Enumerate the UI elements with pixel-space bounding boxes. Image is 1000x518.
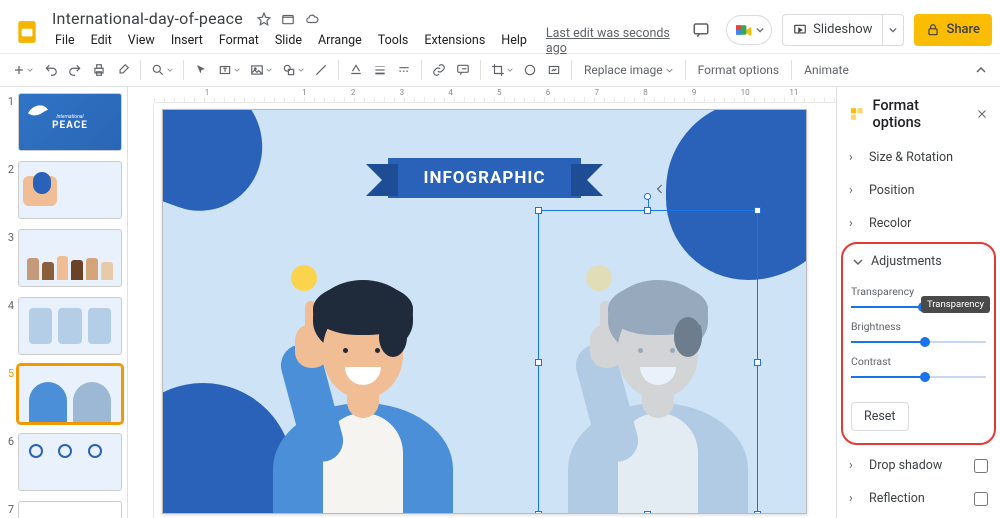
format-options-button[interactable]: Format options [692, 63, 785, 77]
selection-box[interactable] [538, 210, 758, 514]
paint-format-button[interactable] [112, 58, 134, 82]
menu-bar: File Edit View Insert Format Slide Arran… [48, 30, 686, 52]
expand-panel-icon[interactable] [654, 177, 666, 201]
slideshow-label: Slideshow [813, 22, 872, 37]
banner-title[interactable]: INFOGRAPHIC [388, 158, 582, 198]
border-dash-button[interactable] [393, 58, 415, 82]
menu-edit[interactable]: Edit [84, 31, 119, 50]
person-image-left[interactable] [243, 233, 483, 513]
crop-button[interactable] [487, 58, 517, 82]
shape-tool[interactable] [278, 58, 308, 82]
slide-canvas[interactable]: INFOGRAPHIC [162, 109, 807, 514]
slider-tooltip: Transparency [921, 296, 990, 313]
reset-image-button[interactable] [543, 58, 565, 82]
row-position[interactable]: ›Position [837, 174, 1000, 207]
reset-button[interactable]: Reset [851, 402, 909, 431]
mask-button[interactable] [519, 58, 541, 82]
star-icon[interactable] [257, 12, 271, 26]
menu-format[interactable]: Format [212, 31, 266, 50]
menu-help[interactable]: Help [494, 31, 534, 50]
animate-button[interactable]: Animate [798, 63, 855, 77]
meet-button[interactable] [726, 15, 772, 45]
toolbar: Replace image Format options Animate [0, 53, 1000, 87]
panel-title: Format options [872, 97, 968, 131]
border-color-button[interactable] [345, 58, 367, 82]
reflection-checkbox[interactable] [974, 492, 988, 506]
thumb-number: 5 [4, 365, 14, 423]
format-options-panel: Format options ›Size & Rotation ›Positio… [836, 87, 1000, 518]
thumbnail-2[interactable] [18, 161, 122, 219]
thumb-number: 4 [4, 297, 14, 355]
canvas[interactable]: 11234567891011 INFOGRAPHIC [128, 87, 836, 518]
contrast-slider[interactable] [851, 370, 986, 384]
print-button[interactable] [88, 58, 110, 82]
thumbnail-7[interactable]: THANK YOU [18, 501, 122, 518]
thumb-number: 1 [4, 93, 14, 151]
row-reflection[interactable]: ›Reflection [837, 482, 1000, 515]
ruler-vertical [128, 103, 154, 518]
row-recolor[interactable]: ›Recolor [837, 207, 1000, 240]
adjustments-section: Adjustments Transparency Transparency Br… [841, 242, 996, 445]
share-label: Share [946, 22, 980, 37]
ruler-horizontal: 11234567891011 [154, 87, 836, 103]
textbox-tool[interactable] [214, 58, 244, 82]
menu-extensions[interactable]: Extensions [417, 31, 492, 50]
border-weight-button[interactable] [369, 58, 391, 82]
brightness-label: Brightness [851, 320, 986, 333]
undo-button[interactable] [40, 58, 62, 82]
thumbnail-3[interactable] [18, 229, 122, 287]
thumb-number: 2 [4, 161, 14, 219]
thumbnail-4[interactable] [18, 297, 122, 355]
thumbnail-6[interactable] [18, 433, 122, 491]
drop-shadow-checkbox[interactable] [974, 459, 988, 473]
brightness-slider[interactable] [851, 335, 986, 349]
comments-icon[interactable] [686, 15, 716, 45]
select-tool[interactable] [190, 58, 212, 82]
link-button[interactable] [428, 58, 450, 82]
row-size-rotation[interactable]: ›Size & Rotation [837, 141, 1000, 174]
slideshow-button[interactable]: Slideshow [782, 14, 904, 46]
contrast-label: Contrast [851, 355, 986, 368]
doc-title[interactable]: International-day-of-peace [48, 8, 247, 29]
doc-info: International-day-of-peace File Edit Vie… [48, 8, 686, 52]
thumbnail-5[interactable] [18, 365, 122, 423]
menu-insert[interactable]: Insert [164, 31, 210, 50]
menu-tools[interactable]: Tools [371, 31, 416, 50]
thumb-number: 7 [4, 501, 14, 518]
close-panel-icon[interactable] [976, 108, 988, 120]
slideshow-dropdown[interactable] [882, 15, 903, 45]
collapse-toolbar-icon[interactable] [970, 58, 992, 82]
main-area: 1 International PEACE 2 3 4 5 6 7 THANK … [0, 87, 1000, 518]
app-header: International-day-of-peace File Edit Vie… [0, 0, 1000, 53]
slides-logo-icon [14, 19, 40, 45]
thumbnail-1[interactable]: International PEACE [18, 93, 122, 151]
menu-arrange[interactable]: Arrange [311, 31, 369, 50]
share-button[interactable]: Share [914, 14, 992, 46]
image-tool[interactable] [246, 58, 276, 82]
thumb-number: 3 [4, 229, 14, 287]
move-icon[interactable] [281, 12, 295, 26]
format-icon [849, 106, 864, 122]
last-edit[interactable]: Last edit was seconds ago [546, 26, 686, 56]
zoom-button[interactable] [147, 58, 177, 82]
cloud-icon[interactable] [305, 12, 319, 26]
menu-file[interactable]: File [48, 31, 82, 50]
row-adjustments[interactable]: Adjustments [851, 250, 986, 279]
comment-button[interactable] [452, 58, 474, 82]
replace-image-button[interactable]: Replace image [578, 63, 679, 77]
new-slide-button[interactable] [8, 58, 38, 82]
transparency-slider[interactable]: Transparency [851, 300, 986, 314]
redo-button[interactable] [64, 58, 86, 82]
row-drop-shadow[interactable]: ›Drop shadow [837, 449, 1000, 482]
line-tool[interactable] [310, 58, 332, 82]
filmstrip[interactable]: 1 International PEACE 2 3 4 5 6 7 THANK … [0, 87, 128, 518]
menu-slide[interactable]: Slide [268, 31, 309, 50]
thumb-number: 6 [4, 433, 14, 491]
menu-view[interactable]: View [121, 31, 162, 50]
